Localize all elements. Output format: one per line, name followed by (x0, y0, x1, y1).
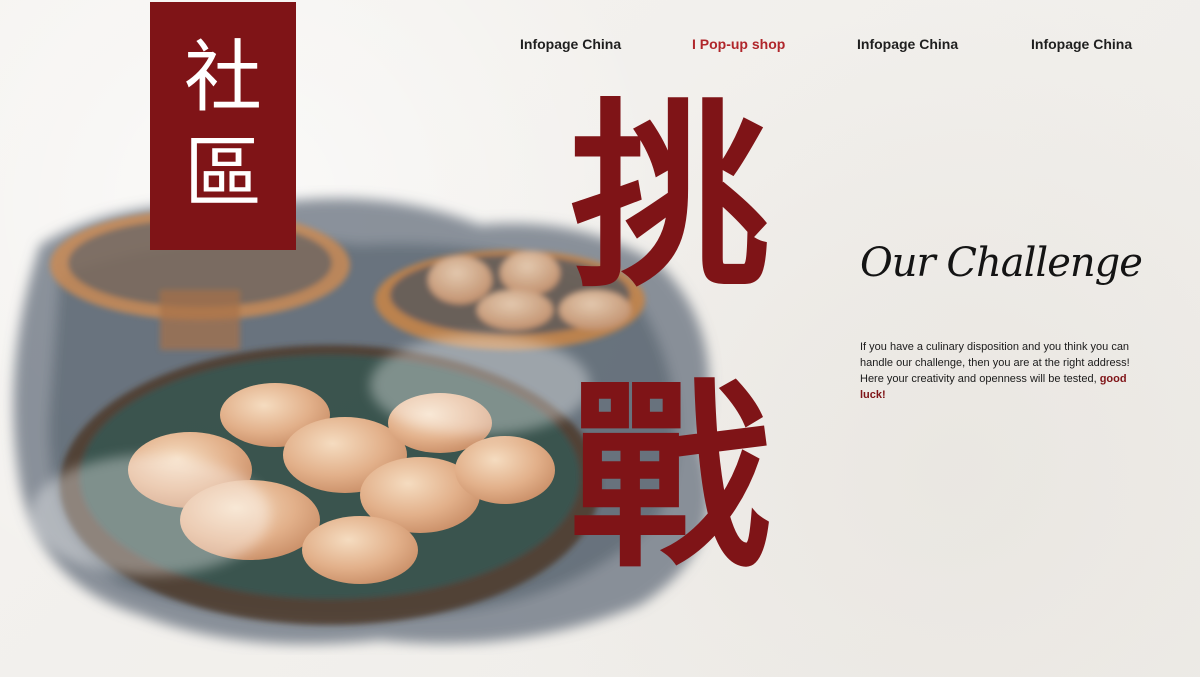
challenge-body-text: If you have a culinary disposition and y… (860, 341, 1130, 385)
main-navigation: Infopage China I Pop-up shop Infopage Ch… (480, 36, 1170, 58)
hero-kanji-top: 挑 (569, 80, 770, 315)
nav-link-infopage-china-2[interactable]: Infopage China (857, 36, 958, 52)
nav-link-infopage-china-1[interactable]: Infopage China (520, 36, 621, 52)
nav-link-popup-shop[interactable]: I Pop-up shop (692, 36, 785, 52)
logo-char-bottom: 區 (183, 129, 262, 219)
challenge-paragraph: If you have a culinary disposition and y… (860, 339, 1142, 403)
logo-char-top: 社 (183, 33, 262, 123)
nav-link-infopage-china-3[interactable]: Infopage China (1031, 36, 1132, 52)
challenge-heading: Our Challenge (860, 240, 1143, 286)
brand-logo[interactable]: 社 區 (150, 2, 296, 250)
hero-kanji-bottom: 戰 (569, 360, 770, 595)
